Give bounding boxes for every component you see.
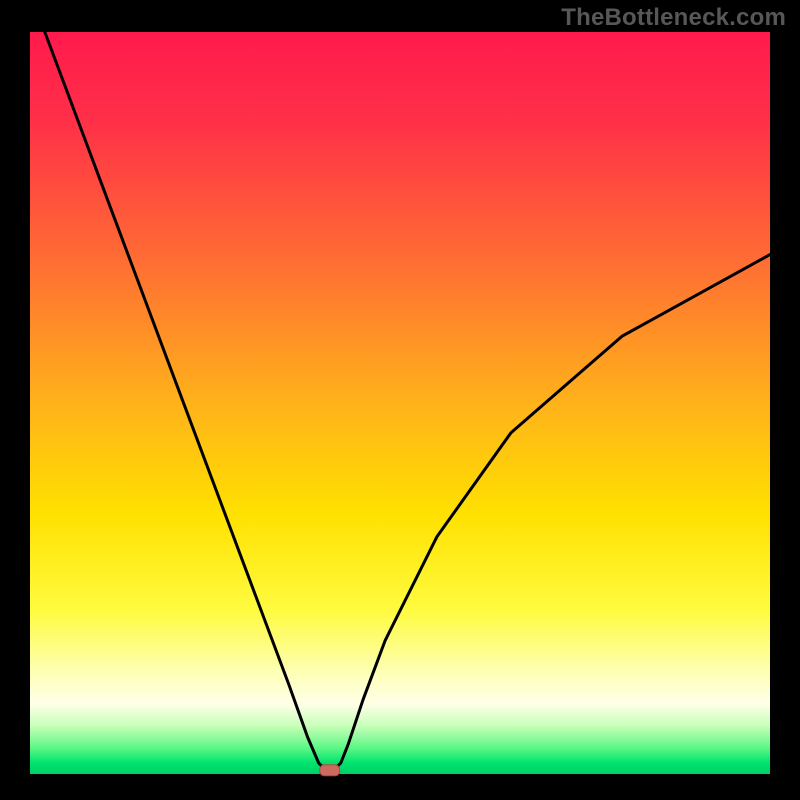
plot-area bbox=[30, 32, 770, 774]
optimal-point-marker bbox=[320, 765, 340, 776]
watermark-text: TheBottleneck.com bbox=[561, 4, 786, 32]
bottleneck-chart bbox=[0, 0, 800, 800]
chart-frame: TheBottleneck.com bbox=[0, 0, 800, 800]
